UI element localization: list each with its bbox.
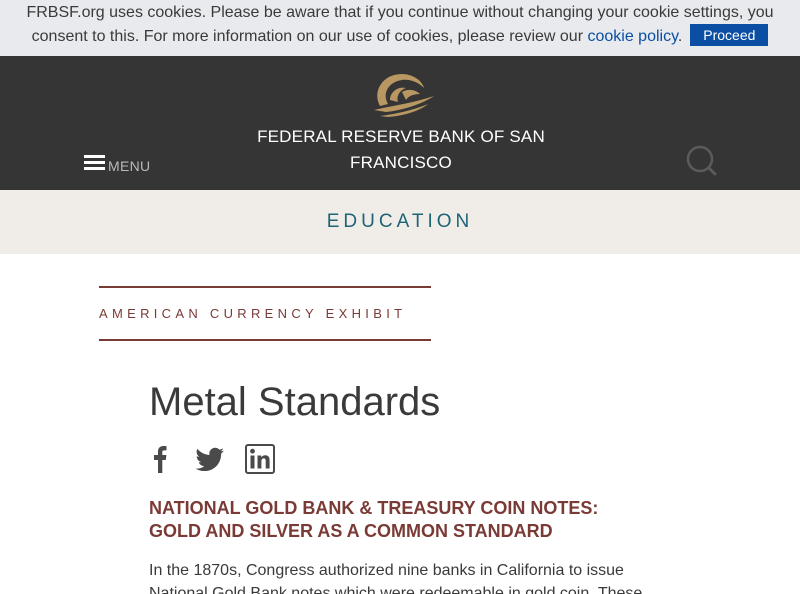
exhibit-label-text: AMERICAN CURRENCY EXHIBIT xyxy=(99,306,407,321)
menu-label: MENU xyxy=(108,158,151,174)
section-band: EDUCATION xyxy=(0,190,800,254)
body-line-2: National Gold Bank notes which were rede… xyxy=(149,585,643,594)
cookie-text-line1: FRBSF.org uses cookies. Please be aware … xyxy=(26,4,774,21)
proceed-button[interactable]: Proceed xyxy=(690,24,769,46)
site-header: FEDERAL RESERVE BANK OF SAN FRANCISCO ME… xyxy=(0,56,800,190)
page-title: Metal Standards xyxy=(149,380,441,424)
linkedin-icon[interactable] xyxy=(245,444,275,474)
hamburger-icon xyxy=(84,155,105,171)
eagle-logo-icon[interactable] xyxy=(366,70,436,120)
cookie-text-after-link: . xyxy=(677,28,683,45)
cookie-policy-link[interactable]: cookie policy xyxy=(587,28,677,45)
section-title[interactable]: EDUCATION xyxy=(327,211,473,233)
article-subheading: NATIONAL GOLD BANK & TREASURY COIN NOTES… xyxy=(149,498,599,541)
cookie-text-line2: consent to this. For more information on… xyxy=(0,24,800,48)
cookie-text-before-link: consent to this. For more information on… xyxy=(31,28,588,45)
facebook-icon[interactable] xyxy=(149,444,171,474)
search-icon[interactable] xyxy=(684,144,718,178)
exhibit-label[interactable]: AMERICAN CURRENCY EXHIBIT xyxy=(99,286,431,341)
site-title[interactable]: FEDERAL RESERVE BANK OF SAN FRANCISCO xyxy=(250,124,552,176)
body-line-1: In the 1870s, Congress authorized nine b… xyxy=(149,562,624,579)
twitter-icon[interactable] xyxy=(195,447,225,472)
article-body: In the 1870s, Congress authorized nine b… xyxy=(149,559,649,594)
menu-button[interactable]: MENU xyxy=(84,152,150,174)
social-share-bar xyxy=(149,444,275,474)
cookie-banner: FRBSF.org uses cookies. Please be aware … xyxy=(0,0,800,56)
